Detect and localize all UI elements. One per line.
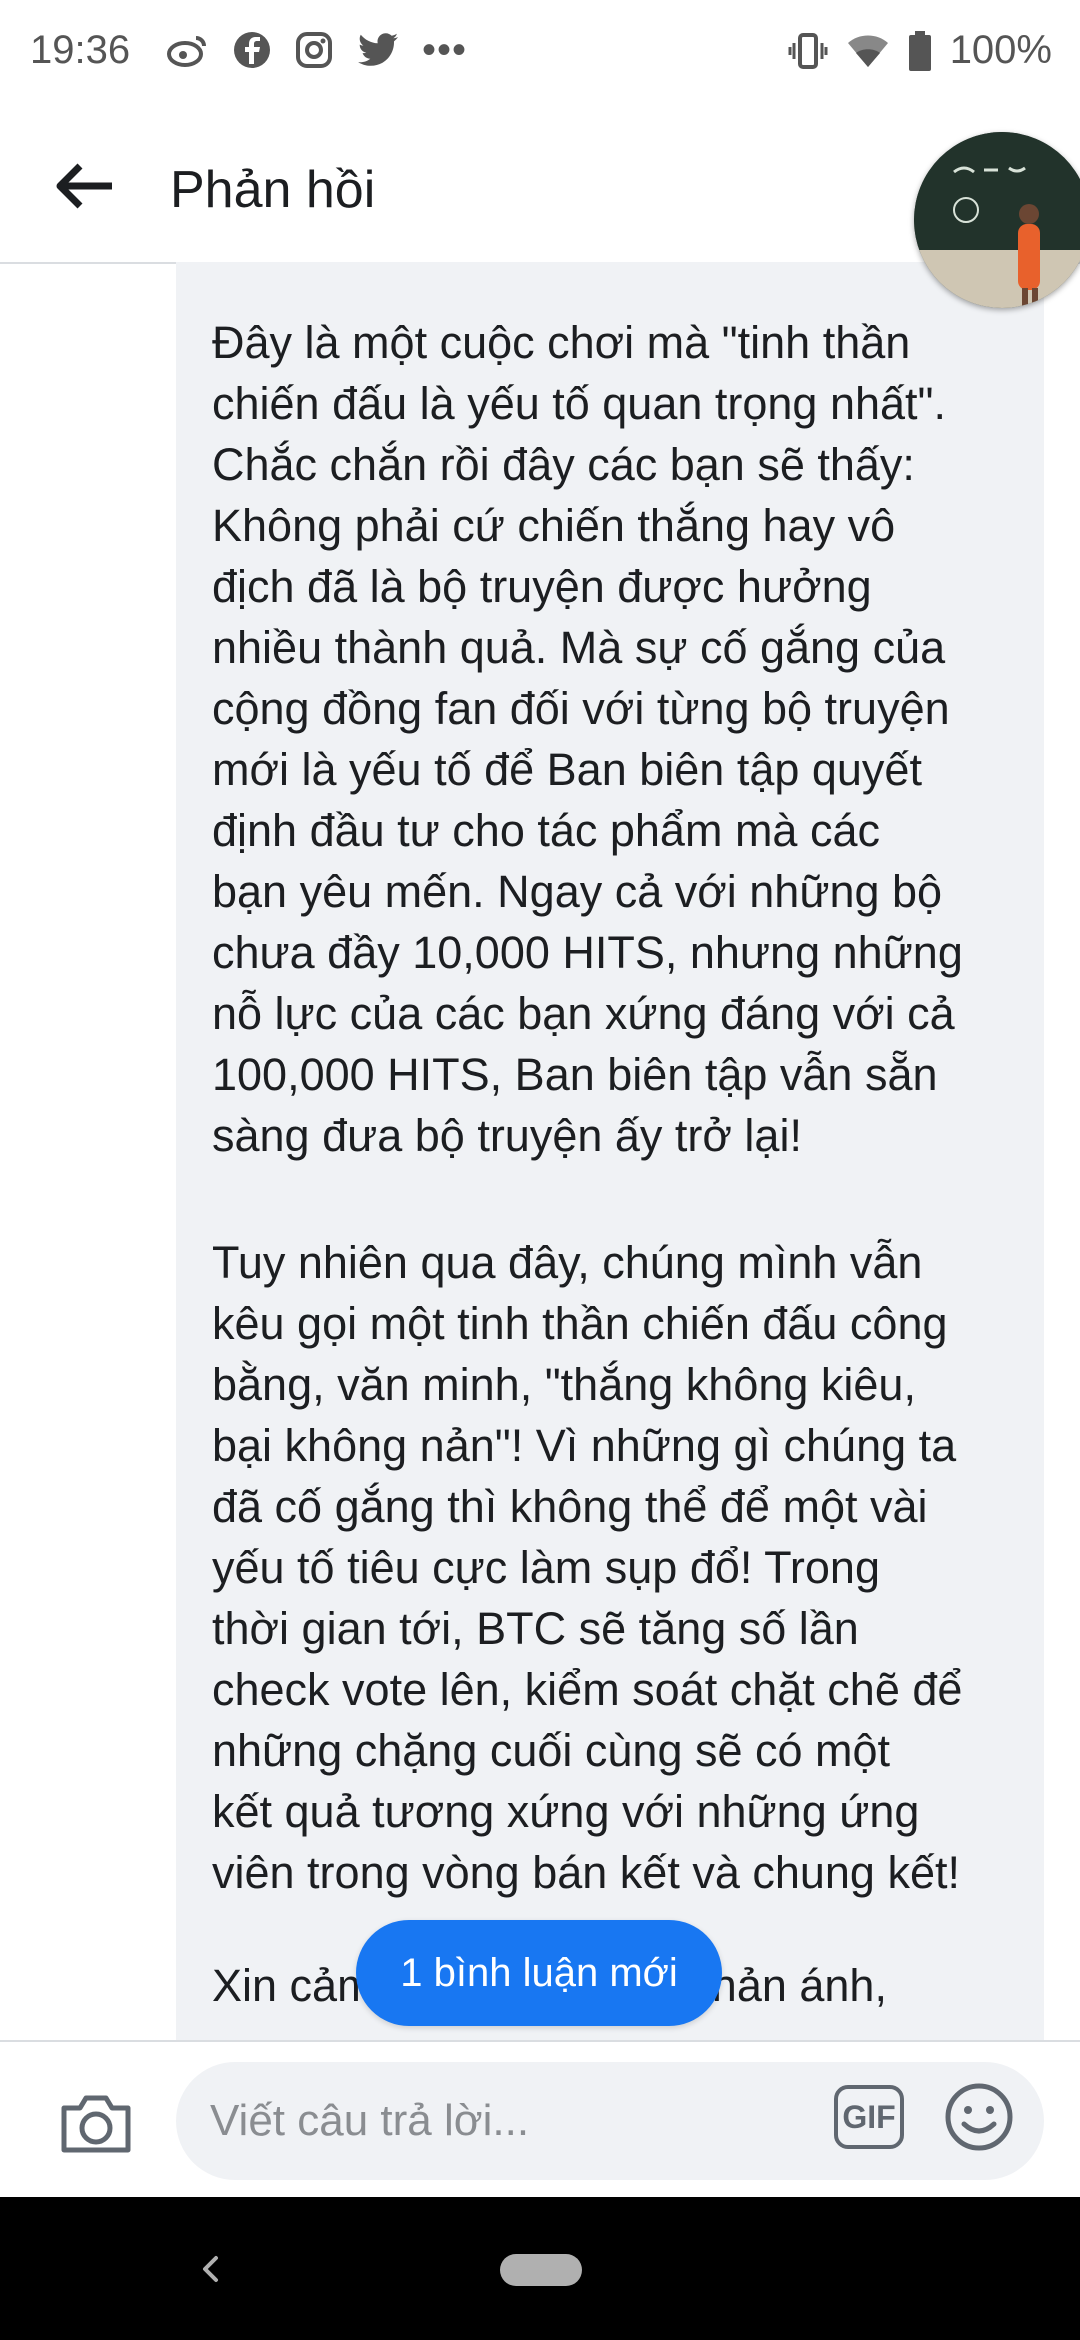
emoji-icon[interactable] xyxy=(944,2082,1014,2152)
nav-back-icon[interactable] xyxy=(196,2254,226,2284)
battery-icon xyxy=(908,30,931,71)
vibrate-icon xyxy=(788,32,828,69)
gif-button[interactable]: GIF xyxy=(834,2085,904,2149)
more-notifications-icon: ••• xyxy=(422,28,468,72)
chat-head-avatar[interactable] xyxy=(914,132,1080,308)
twitter-icon xyxy=(358,33,398,66)
camera-icon[interactable] xyxy=(58,2092,134,2156)
weibo-icon xyxy=(167,36,206,67)
reply-input-placeholder: Viết câu trả lời... xyxy=(210,2096,530,2145)
comment-paragraph-1: Đây là một cuộc chơi mà "tinh thần chiến… xyxy=(212,317,963,1161)
status-time: 19:36 xyxy=(30,28,131,72)
avatar-photo xyxy=(914,132,1080,308)
instagram-icon xyxy=(296,32,332,68)
comment-paragraph-2: Tuy nhiên qua đây, chúng mình vẫn kêu gọ… xyxy=(212,1237,963,1898)
status-bar: 19:36 ••• 100% xyxy=(0,0,1080,110)
reply-input[interactable]: Viết câu trả lời... xyxy=(176,2062,1044,2180)
facebook-icon xyxy=(234,32,270,68)
nav-home-button[interactable] xyxy=(500,2254,582,2286)
back-arrow-icon[interactable] xyxy=(52,162,116,210)
wifi-icon xyxy=(847,35,888,67)
new-comments-button[interactable]: 1 bình luận mới xyxy=(356,1920,722,2026)
page-title: Phản hồi xyxy=(170,161,376,219)
battery-percent: 100% xyxy=(949,28,1052,72)
system-icons: 100% xyxy=(788,28,1052,73)
notification-icons: ••• xyxy=(166,30,467,70)
reply-composer: Viết câu trả lời... xyxy=(0,2040,1080,2197)
